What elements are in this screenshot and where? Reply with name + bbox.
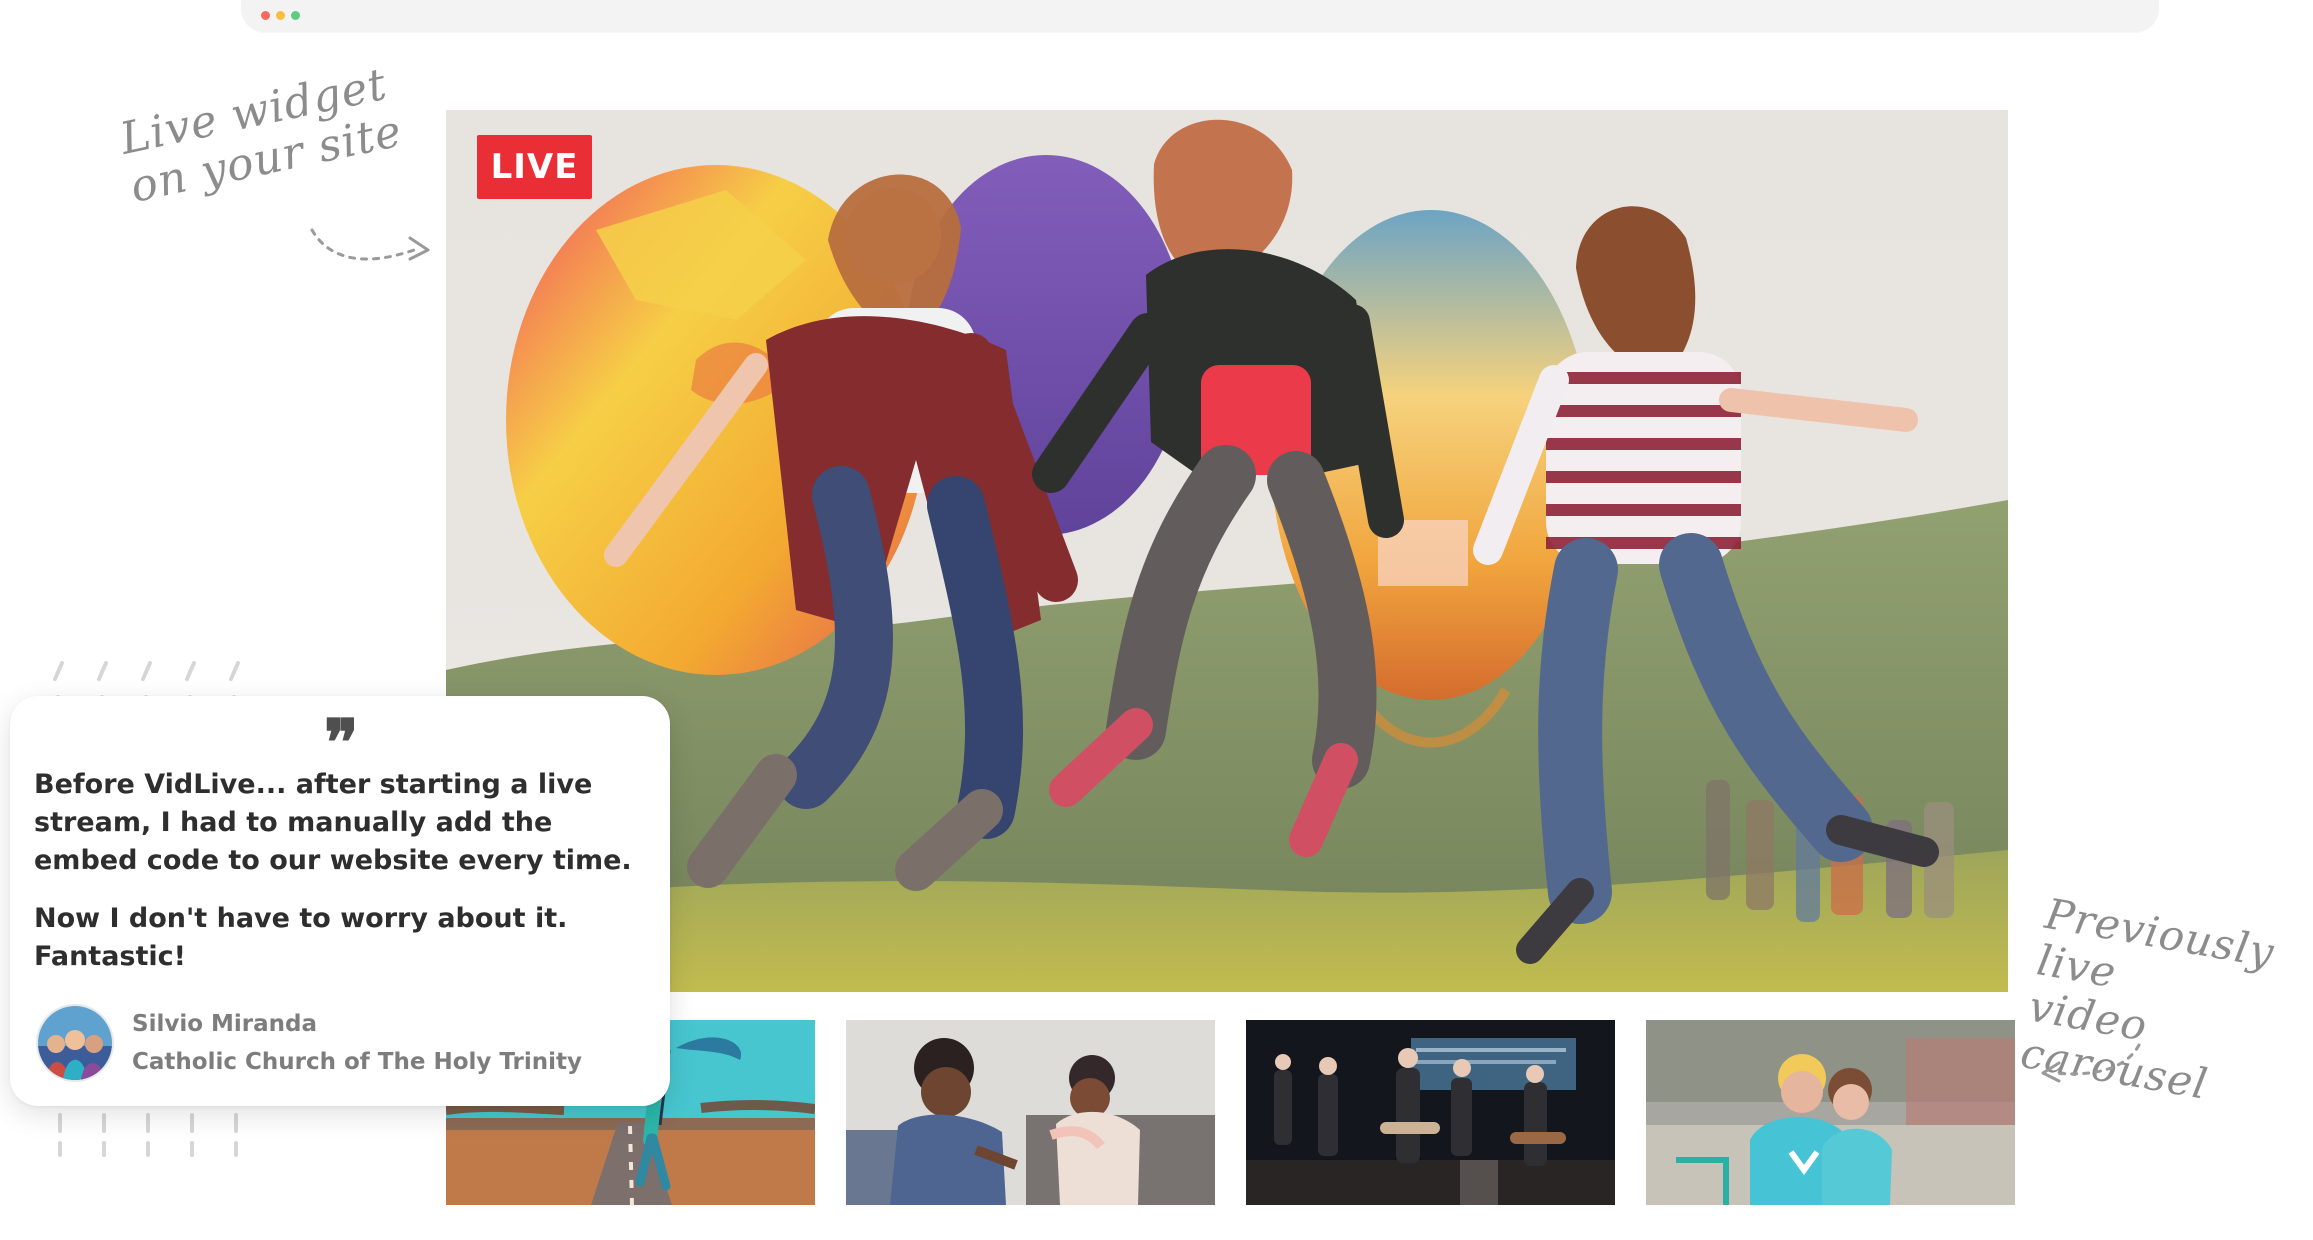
maximize-dot[interactable] bbox=[291, 11, 300, 20]
carousel-video-2[interactable] bbox=[846, 1020, 1215, 1205]
author-organization: Catholic Church of The Holy Trinity bbox=[132, 1049, 583, 1075]
window-controls bbox=[261, 11, 300, 20]
browser-chrome bbox=[241, 0, 2159, 32]
author-name: Silvio Miranda bbox=[132, 1011, 318, 1037]
annotation-arrow-right bbox=[2041, 1043, 2141, 1083]
live-widget-annotation: Live widget on your site bbox=[115, 58, 407, 214]
author-meta: Silvio Miranda Catholic Church of The Ho… bbox=[132, 1010, 582, 1076]
carousel-annotation: Previously live video carousel bbox=[2017, 889, 2279, 1110]
worship-band-thumbnail bbox=[1246, 1020, 1615, 1205]
testimonial-author: Silvio Miranda Catholic Church of The Ho… bbox=[38, 1004, 582, 1082]
conversation-thumbnail bbox=[846, 1020, 1215, 1205]
testimonial-card: ❞ Before VidLive... after starting a liv… bbox=[10, 696, 670, 1106]
avatar-image bbox=[38, 1006, 112, 1080]
carousel-video-3[interactable] bbox=[1246, 1020, 1615, 1205]
annotation-arrow-left bbox=[310, 228, 430, 261]
avatar bbox=[38, 1006, 112, 1080]
testimonial-paragraph-2: Now I don't have to worry about it. Fant… bbox=[34, 903, 568, 972]
friends-selfie-thumbnail bbox=[1646, 1020, 2015, 1205]
previous-live-carousel bbox=[446, 1020, 2015, 1205]
live-widget-video[interactable]: LIVE bbox=[446, 110, 2008, 992]
carousel-video-4[interactable] bbox=[1646, 1020, 2015, 1205]
quote-icon: ❞ bbox=[324, 706, 359, 781]
minimize-dot[interactable] bbox=[276, 11, 285, 20]
testimonial-text: Before VidLive... after starting a live … bbox=[34, 766, 664, 996]
testimonial-paragraph-1: Before VidLive... after starting a live … bbox=[34, 769, 632, 876]
live-badge: LIVE bbox=[477, 135, 592, 199]
close-dot[interactable] bbox=[261, 11, 270, 20]
live-video-frame bbox=[446, 110, 2008, 992]
page: Live widget on your site LIVE Previously… bbox=[0, 0, 2313, 1240]
